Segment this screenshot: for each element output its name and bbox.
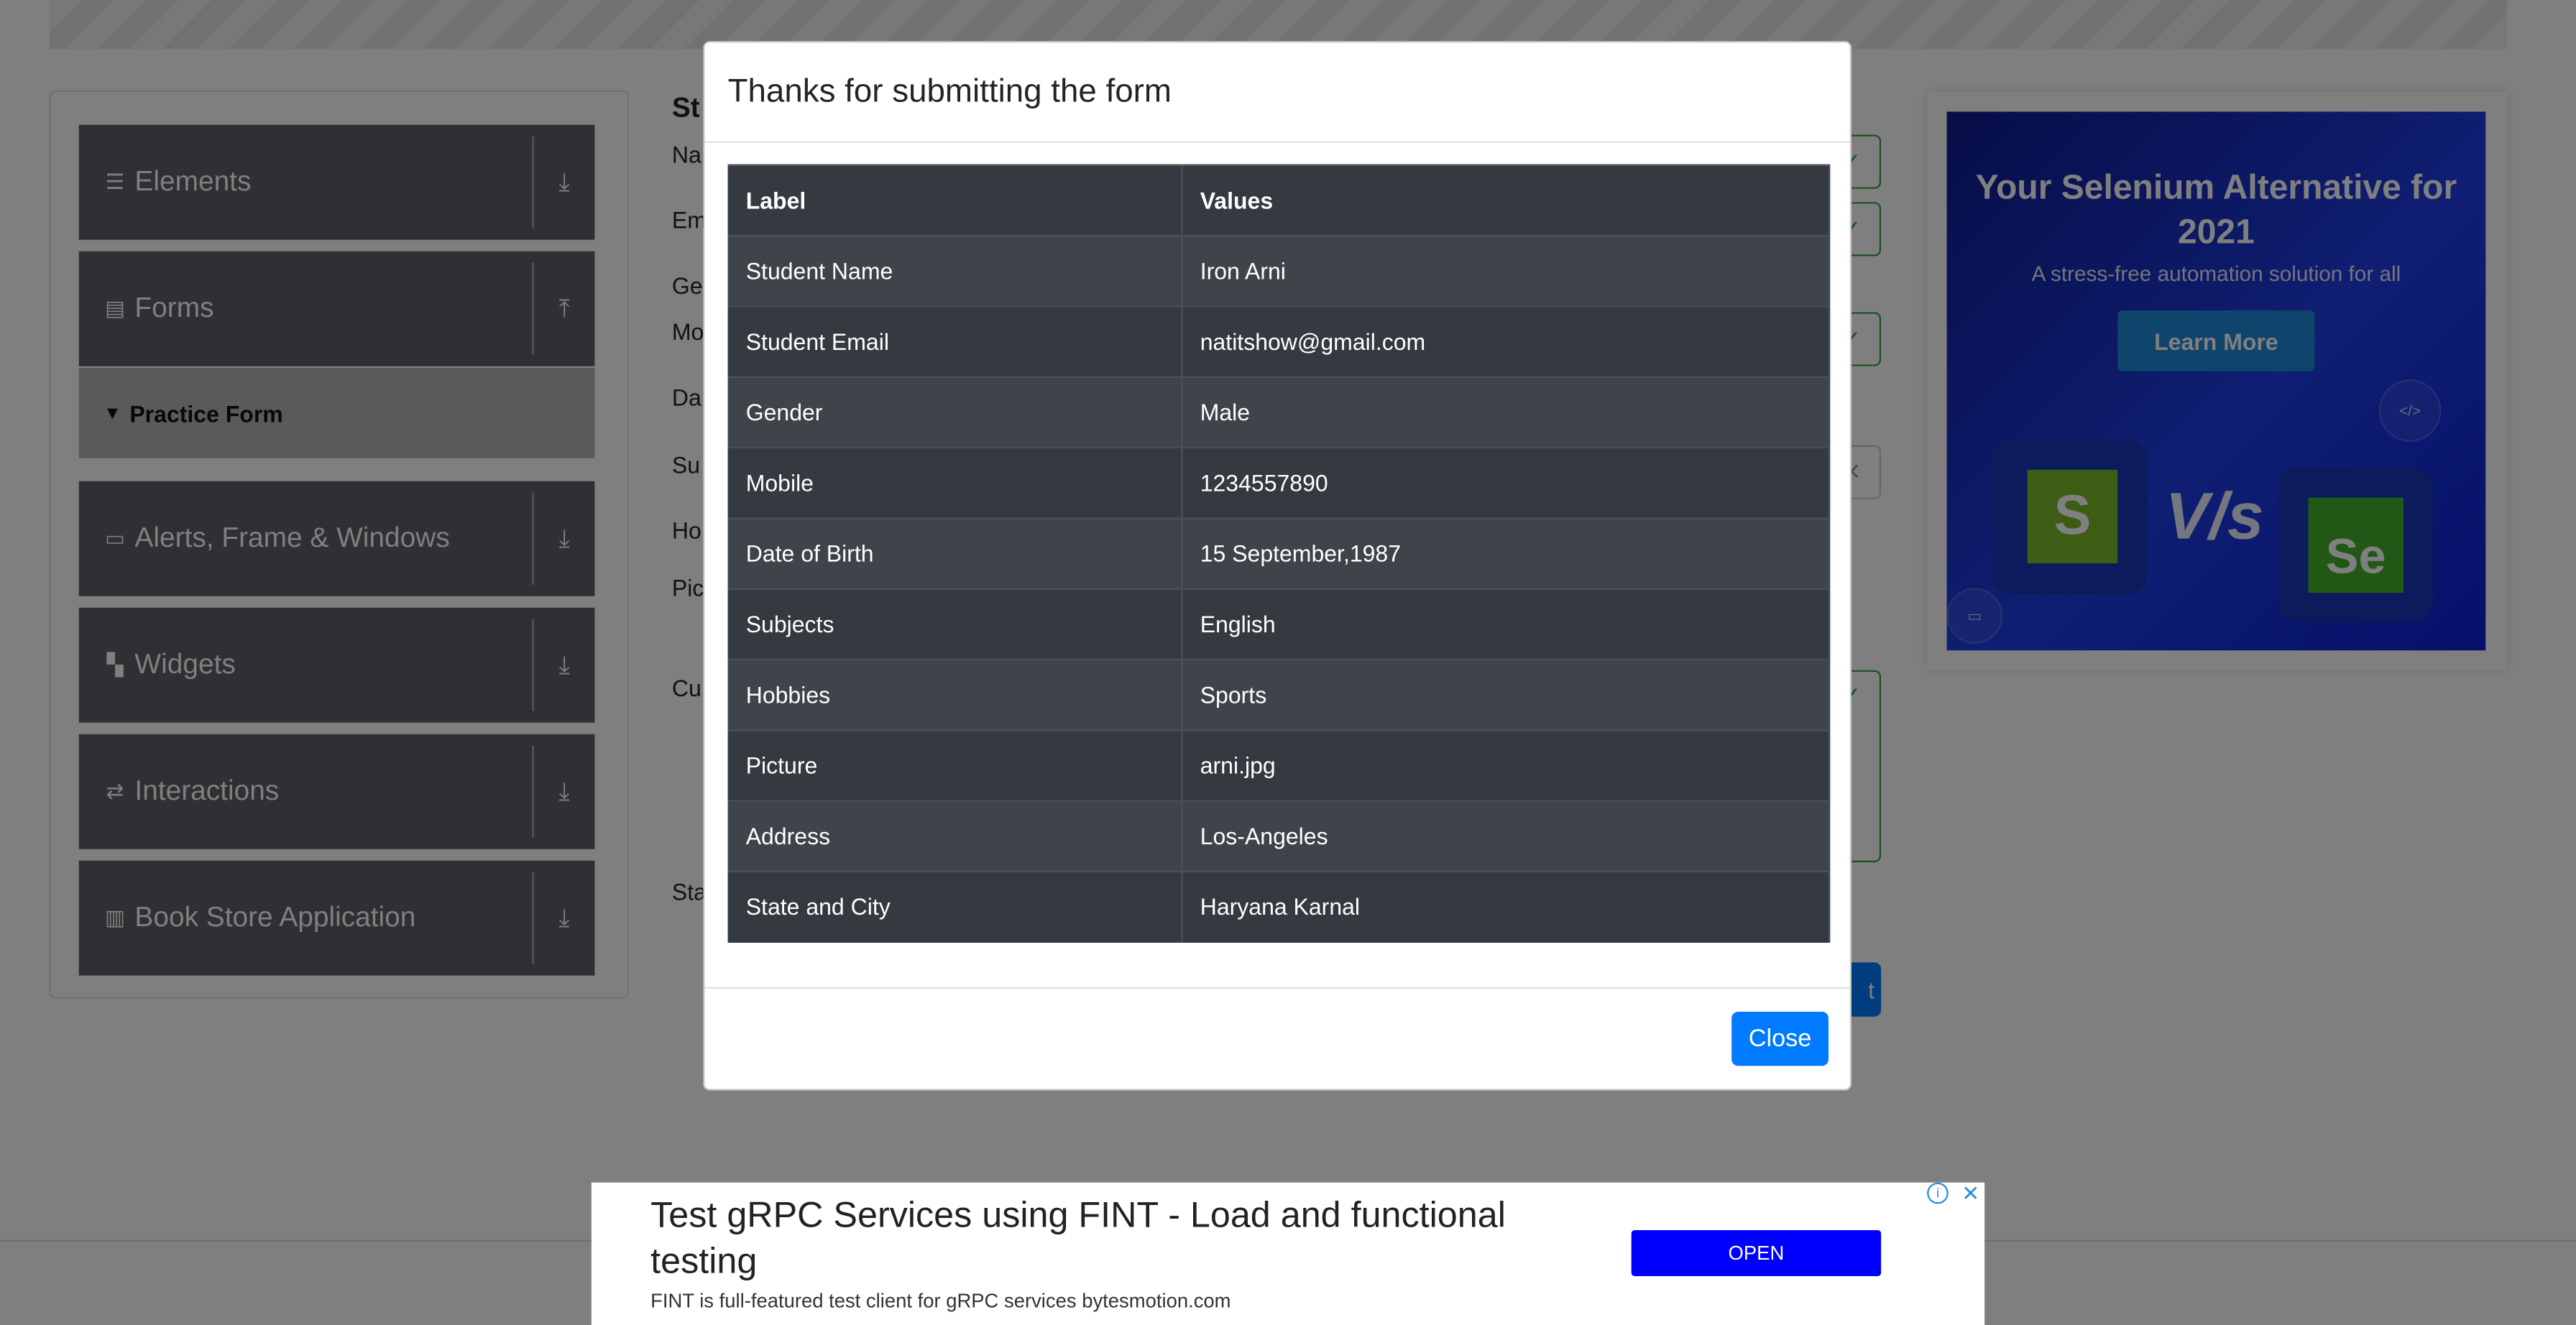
bottom-ad-description: FINT is full-featured test client for gR… (650, 1289, 1231, 1313)
modal-footer: Close (704, 987, 1850, 1089)
row-value: 1234557890 (1181, 447, 1831, 519)
table-row: Address Los-Angeles (727, 800, 1831, 872)
row-value: arni.jpg (1181, 729, 1831, 801)
row-label: Student Name (727, 235, 1182, 307)
table-row: Subjects English (727, 588, 1831, 660)
row-value: Haryana Karnal (1181, 871, 1831, 942)
results-table: Label Values Student Name Iron Arni Stude… (727, 165, 1831, 942)
row-label: Gender (727, 377, 1182, 448)
row-label: Picture (727, 729, 1182, 801)
row-value: Iron Arni (1181, 235, 1831, 307)
open-button[interactable]: OPEN (1631, 1229, 1882, 1276)
table-row: Hobbies Sports (727, 659, 1831, 730)
row-value: Los-Angeles (1181, 800, 1831, 872)
close-button[interactable]: Close (1731, 1011, 1828, 1066)
row-label: Mobile (727, 447, 1182, 519)
row-label: State and City (727, 871, 1182, 942)
row-label: Subjects (727, 588, 1182, 660)
row-label: Student Email (727, 306, 1182, 377)
row-value: Male (1181, 377, 1831, 448)
table-row: Student Name Iron Arni (727, 235, 1831, 307)
table-row: Mobile 1234557890 (727, 447, 1831, 519)
row-value: natitshow@gmail.com (1181, 306, 1831, 377)
table-row: State and City Haryana Karnal (727, 871, 1831, 942)
row-value: 15 September,1987 (1181, 518, 1831, 589)
row-label: Address (727, 800, 1182, 872)
close-icon[interactable]: ✕ (1959, 1181, 1983, 1205)
table-row: Student Email natitshow@gmail.com (727, 306, 1831, 377)
modal-header: Thanks for submitting the form (704, 42, 1850, 143)
modal-title: Thanks for submitting the form (727, 73, 1172, 109)
table-row: Gender Male (727, 377, 1831, 448)
row-label: Hobbies (727, 659, 1182, 730)
table-row: Picture arni.jpg (727, 729, 1831, 801)
table-row: Date of Birth 15 September,1987 (727, 518, 1831, 589)
row-value: Sports (1181, 659, 1831, 730)
bottom-ad-title[interactable]: Test gRPC Services using FINT - Load and… (650, 1192, 1604, 1284)
submission-modal: Thanks for submitting the form Label Val… (703, 41, 1852, 1091)
row-label: Date of Birth (727, 518, 1182, 589)
column-header-values: Values (1181, 165, 1831, 236)
column-header-label: Label (727, 165, 1182, 236)
modal-body: Label Values Student Name Iron Arni Stude… (727, 165, 1831, 942)
table-header-row: Label Values (727, 165, 1831, 236)
bottom-ad-banner[interactable]: Test gRPC Services using FINT - Load and… (591, 1181, 1985, 1325)
row-value: English (1181, 588, 1831, 660)
info-icon[interactable]: i (1927, 1182, 1949, 1204)
